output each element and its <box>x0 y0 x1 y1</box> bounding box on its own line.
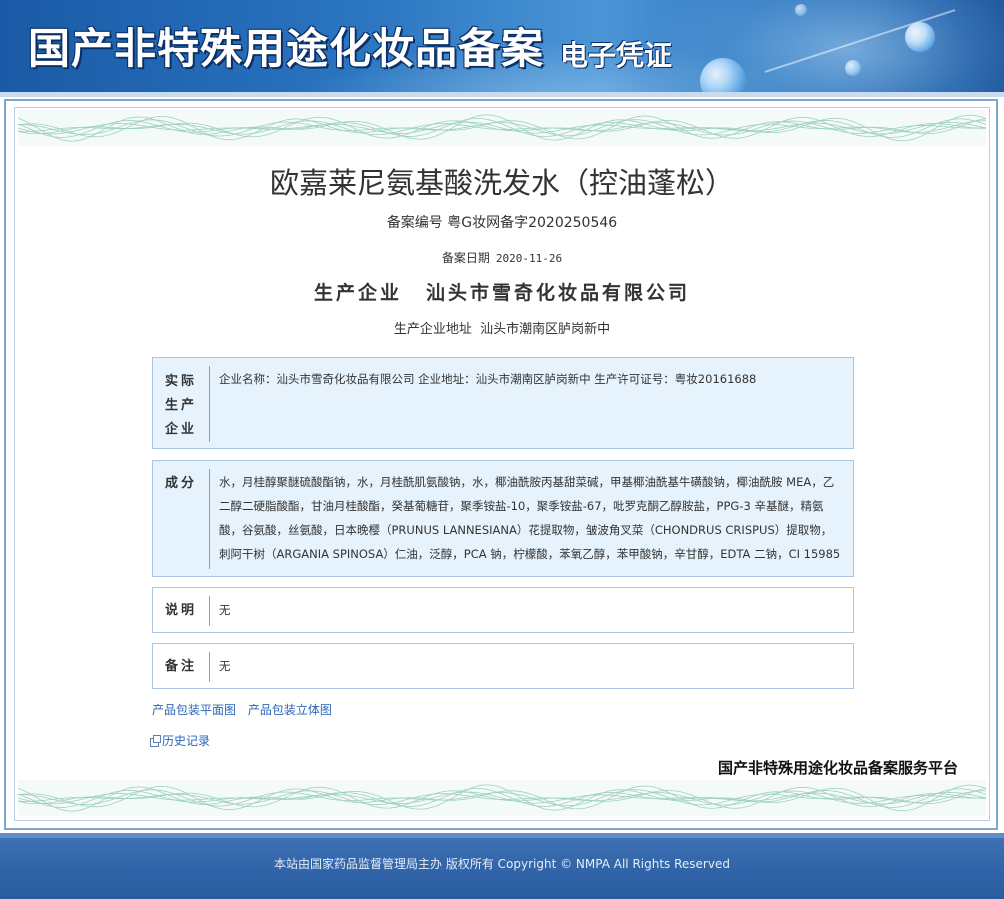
history-link[interactable]: 历史记录 <box>150 732 210 750</box>
section-divider <box>209 469 210 569</box>
notes-section: 说明 无 <box>152 587 854 633</box>
notes-value: 无 <box>219 603 231 617</box>
manufacturer-address-label: 生产企业地址 <box>393 322 472 337</box>
registration-number-value: 粤G妆网备字2020250546 <box>447 215 618 231</box>
actual-manufacturer-section: 实际 生产 企业 企业名称：汕头市雪奇化妆品有限公司 企业地址：汕头市潮南区胪岗… <box>152 357 854 449</box>
ingredients-section: 成分 水，月桂醇聚醚硫酸酯钠，水，月桂酰肌氨酸钠，水，椰油酰胺丙基甜菜碱，甲基椰… <box>152 460 854 577</box>
remarks-section: 备注 无 <box>152 643 854 689</box>
banner-sphere-decoration <box>795 4 807 16</box>
product-name: 欧嘉莱尼氨基酸洗发水（控油蓬松） <box>269 166 734 200</box>
history-link-label: 历史记录 <box>162 734 211 748</box>
platform-name: 国产非特殊用途化妆品备案服务平台 <box>717 759 958 777</box>
external-window-icon <box>150 735 161 747</box>
banner-sphere-decoration <box>905 22 935 52</box>
section-label: 实际 生产 企业 <box>164 374 197 437</box>
flat-package-image-link[interactable]: 产品包装平面图 <box>152 703 236 717</box>
manufacturer-address: 生产企业地址 汕头市潮南区胪岗新中 <box>0 320 1004 340</box>
registration-date: 备案日期 2020-11-26 <box>0 249 1004 268</box>
section-label: 说明 <box>164 603 197 618</box>
actual-manufacturer-value: 企业名称：汕头市雪奇化妆品有限公司 企业地址：汕头市潮南区胪岗新中 生产许可证号… <box>219 372 757 386</box>
guilloche-border-bottom <box>18 780 986 816</box>
banner-subtitle: 电子凭证 <box>560 39 673 72</box>
banner-sphere-decoration <box>845 60 861 76</box>
package-image-links: 产品包装平面图 产品包装立体图 <box>152 701 340 719</box>
manufacturer: 生产企业 汕头市雪奇化妆品有限公司 <box>0 280 1004 306</box>
registration-number: 备案编号 粤G妆网备字2020250546 <box>0 213 1004 233</box>
manufacturer-address-value: 汕头市潮南区胪岗新中 <box>480 322 611 337</box>
banner-divider <box>0 92 1004 97</box>
registration-date-value: 2020-11-26 <box>495 252 563 265</box>
guilloche-border-top <box>18 110 986 146</box>
banner-title: 国产非特殊用途化妆品备案 <box>28 24 545 73</box>
section-label: 成分 <box>164 476 197 491</box>
section-divider <box>209 596 210 626</box>
3d-package-image-link[interactable]: 产品包装立体图 <box>248 703 332 717</box>
footer-copyright: 本站由国家药品监督管理局主办 版权所有 Copyright © NMPA All… <box>274 857 730 871</box>
manufacturer-name: 汕头市雪奇化妆品有限公司 <box>426 282 691 304</box>
section-divider <box>209 366 210 442</box>
header-banner: 国产非特殊用途化妆品备案 电子凭证 <box>0 0 1004 97</box>
manufacturer-label: 生产企业 <box>313 282 402 304</box>
registration-number-label: 备案编号 <box>386 215 443 231</box>
remarks-value: 无 <box>219 659 231 673</box>
section-divider <box>209 652 210 682</box>
ingredients-value: 水，月桂醇聚醚硫酸酯钠，水，月桂酰肌氨酸钠，水，椰油酰胺丙基甜菜碱，甲基椰油酰基… <box>219 475 841 561</box>
section-label: 备注 <box>164 659 197 674</box>
registration-date-label: 备案日期 <box>441 251 490 265</box>
